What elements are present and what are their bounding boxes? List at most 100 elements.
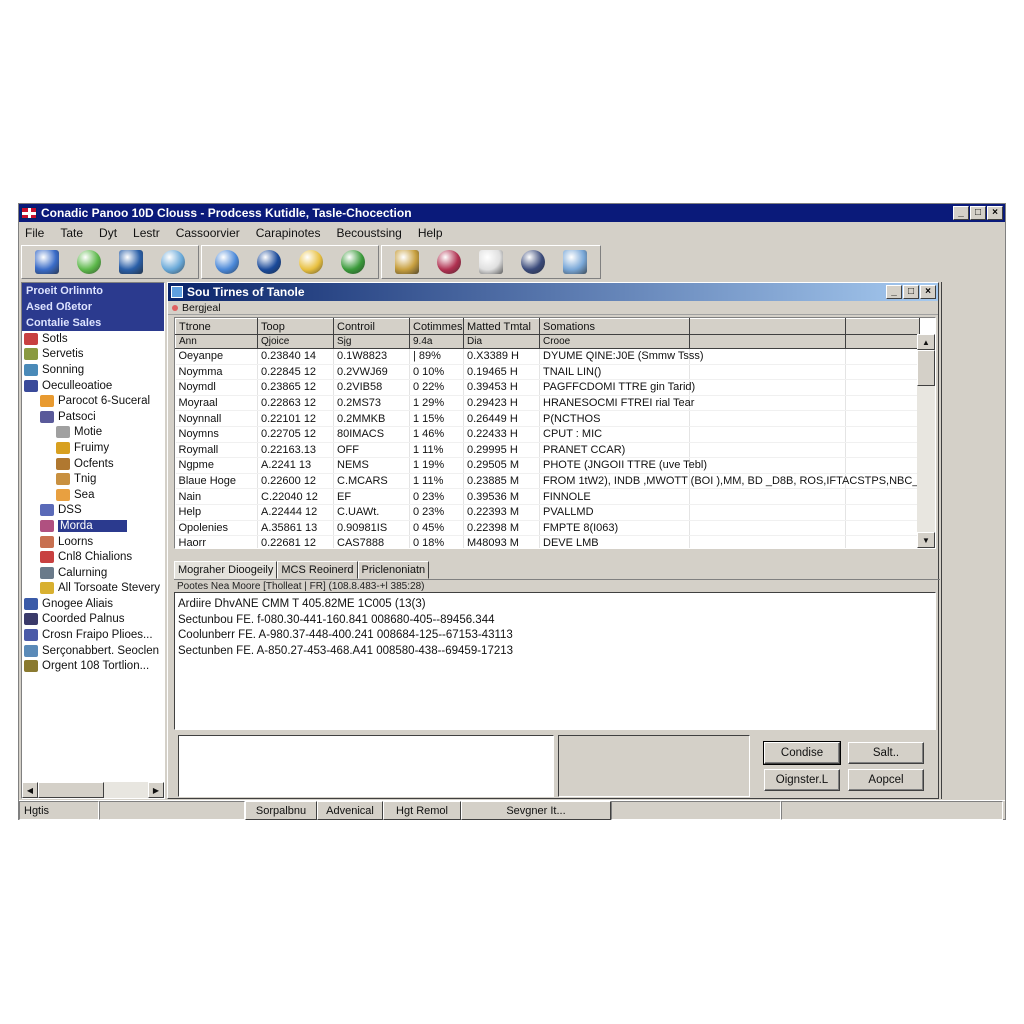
menu-becoustsing[interactable]: Becoustsing [336, 226, 401, 240]
sidebar-horizontal-scrollbar[interactable]: ◀ ▶ [22, 782, 164, 798]
scroll-left-icon[interactable]: ◀ [22, 782, 38, 798]
column-header[interactable]: Controil [333, 318, 410, 335]
tree-item[interactable]: Crosn Fraipo Plioes... [22, 627, 164, 643]
status-button-sorpalbnu[interactable]: Sorpalbnu [245, 801, 317, 820]
condise-button[interactable]: Condise [763, 741, 841, 765]
sidebar-header-3[interactable]: Contalie Sales [22, 315, 164, 331]
table-row[interactable]: Noymma 0.22845 12 0.2VWJ69 0 10% 0.19465 H TN… [175, 364, 920, 381]
table-row[interactable]: Oeyanpe 0.23840 14 0.1W8823 | 89% 0.X3389 HD… [175, 348, 920, 365]
toolbar-button[interactable] [116, 247, 146, 277]
table-row[interactable]: Noynnall 0.22101 12 0.2MMKB 1 15% 0.26449 HP… [175, 410, 920, 427]
menu-cassoorvier[interactable]: Cassoorvier [176, 226, 240, 240]
table-row[interactable]: Ngpme A.2241 13 NEMS 1 19% 0.29505 M PHOTE (J… [175, 457, 920, 474]
tree-item[interactable]: Calurning [22, 565, 164, 581]
sidebar-header-2[interactable]: Ased Oßetor [22, 299, 164, 315]
table-row[interactable]: Roymall 0.22163.13 OFF 1 11% 0.29995 H PRANET… [175, 442, 920, 459]
tree-item[interactable]: Sea [22, 487, 164, 503]
tab-mcs-reoinerd[interactable]: MCS Reoinerd [277, 561, 358, 579]
table-row[interactable]: Opolenies A.35861 13 0.90981IS 0 45% 0.22398… [175, 520, 920, 537]
column-header[interactable] [845, 318, 920, 335]
tree-item[interactable]: Fruimy [22, 440, 164, 456]
tree-item[interactable]: Sotls [22, 331, 164, 347]
menu-carapinotes[interactable]: Carapinotes [256, 226, 321, 240]
tree-item[interactable]: Gnogee Aliais [22, 596, 164, 612]
toolbar-button[interactable] [254, 247, 284, 277]
table-row[interactable]: Moyraal 0.22863 12 0.2MS73 1 29% 0.29423 H HR… [175, 395, 920, 412]
toolbar-button[interactable] [392, 247, 422, 277]
tree-item[interactable]: Coorded Palnus [22, 612, 164, 628]
maximize-button[interactable]: □ [970, 206, 986, 220]
tree-item[interactable]: Oeculleoatioe [22, 378, 164, 394]
grid-vertical-scrollbar[interactable]: ▲ ▼ [917, 334, 935, 548]
tab-priclenoniatn[interactable]: Priclenoniatn [357, 561, 430, 579]
toolbar-button[interactable] [158, 247, 188, 277]
column-subheader[interactable] [845, 334, 920, 349]
input-text-area[interactable] [178, 735, 554, 797]
tree-item[interactable]: Morda [22, 518, 164, 534]
toolbar-button[interactable] [338, 247, 368, 277]
table-row[interactable]: Noymns 0.22705 12 80IMACS 1 46% 0.22433 H CPU… [175, 426, 920, 443]
child-minimize-button[interactable]: _ [886, 285, 902, 299]
sidebar-header-1[interactable]: Proeit Orlinnto [22, 283, 164, 299]
toolbar-button[interactable] [476, 247, 506, 277]
tree-item[interactable]: Ocfents [22, 456, 164, 472]
column-subheader[interactable] [689, 334, 846, 349]
tree-item[interactable]: Servetis [22, 347, 164, 363]
scroll-up-icon[interactable]: ▲ [917, 334, 935, 350]
column-header[interactable]: Matted Tmtal [463, 318, 540, 335]
tree-item[interactable]: Sonning [22, 362, 164, 378]
toolbar-button[interactable] [74, 247, 104, 277]
toolbar-button[interactable] [560, 247, 590, 277]
menu-lestr[interactable]: Lestr [133, 226, 160, 240]
table-row[interactable]: Blaue Hoge 0.22600 12 C.MCARS 1 11% 0.23885 … [175, 473, 935, 490]
table-row[interactable]: Noymdl 0.23865 12 0.2VIB58 0 22% 0.39453 H PA… [175, 379, 920, 396]
toolbar-button[interactable] [434, 247, 464, 277]
status-button-sevgner[interactable]: Sevgner It... [461, 801, 611, 820]
tree-item[interactable]: All Torsoate Stevery [22, 581, 164, 597]
grid-scroll-thumb[interactable] [917, 350, 935, 386]
column-header[interactable]: Toop [257, 318, 334, 335]
child-close-button[interactable]: × [920, 285, 936, 299]
table-row[interactable]: Haorr 0.22681 12 CAS7888 0 18% M48093 M DEVE … [175, 535, 920, 548]
toolbar-button[interactable] [32, 247, 62, 277]
status-button-advenical[interactable]: Advenical [317, 801, 383, 820]
menu-file[interactable]: File [25, 226, 44, 240]
column-subheader[interactable]: Qjoice [257, 334, 334, 349]
close-button[interactable]: × [987, 206, 1003, 220]
scroll-right-icon[interactable]: ▶ [148, 782, 164, 798]
column-subheader[interactable]: Dia [463, 334, 540, 349]
menu-help[interactable]: Help [418, 226, 443, 240]
column-subheader[interactable]: 9.4a [409, 334, 464, 349]
column-header[interactable]: Cotimmes [409, 318, 464, 335]
tree-item[interactable]: Serçonabbert. Seoclen [22, 643, 164, 659]
status-button-hgt-remol[interactable]: Hgt Remol [383, 801, 461, 820]
tree-item[interactable]: Motie [22, 425, 164, 441]
oignster-button[interactable]: Oignster.L [764, 769, 840, 791]
tree-item[interactable]: Patsoci [22, 409, 164, 425]
table-row[interactable]: Nain C.22040 12 EF 0 23% 0.39536 M FINNOLE [175, 488, 920, 505]
menu-tate[interactable]: Tate [60, 226, 83, 240]
scroll-down-icon[interactable]: ▼ [917, 532, 935, 548]
tab-mograher-dioogeily[interactable]: Mograher Dioogeily [174, 561, 278, 579]
column-header[interactable] [689, 318, 846, 335]
tree-item[interactable]: Cnl8 Chialions [22, 549, 164, 565]
tree-item[interactable]: DSS [22, 503, 164, 519]
aopcel-button[interactable]: Aopcel [848, 769, 924, 791]
column-subheader[interactable]: Crooe [539, 334, 690, 349]
tree-item[interactable]: Parocot 6-Suceral [22, 393, 164, 409]
tree-item[interactable]: Orgent 108 Tortlion... [22, 658, 164, 674]
log-output[interactable]: Ardiire DhvANE CMM T 405.82ME 1C005 (13(… [174, 592, 936, 730]
child-maximize-button[interactable]: □ [903, 285, 919, 299]
table-row[interactable]: Help A.22444 12 C.UAWt. 0 23% 0.22393 M PVALL… [175, 504, 920, 521]
tree-item[interactable]: Loorns [22, 534, 164, 550]
column-header[interactable]: Somations [539, 318, 690, 335]
minimize-button[interactable]: _ [953, 206, 969, 220]
column-subheader[interactable]: Ann [175, 334, 258, 349]
menu-dyt[interactable]: Dyt [99, 226, 117, 240]
toolbar-button[interactable] [518, 247, 548, 277]
column-subheader[interactable]: Sįg [333, 334, 410, 349]
scroll-thumb[interactable] [38, 782, 104, 798]
column-header[interactable]: Ttrone [175, 318, 258, 335]
tree-item[interactable]: Tnig [22, 471, 164, 487]
salt-button[interactable]: Salt.. [848, 742, 924, 764]
